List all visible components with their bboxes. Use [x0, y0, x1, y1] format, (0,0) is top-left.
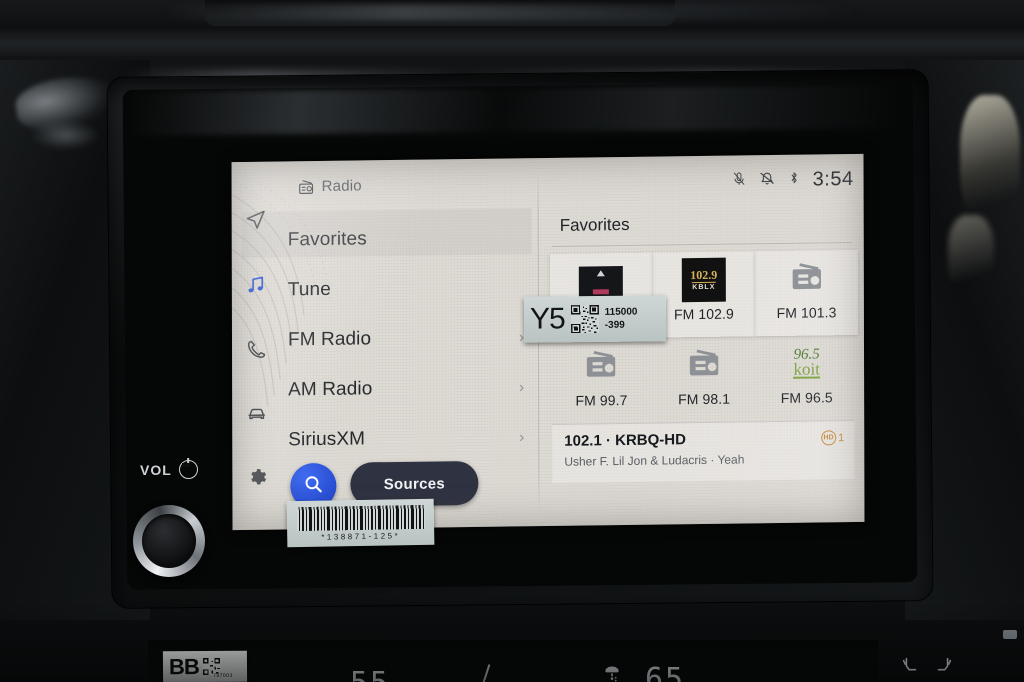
climate-right-button[interactable] [1003, 630, 1017, 639]
sticker-bb-code: BB [168, 653, 199, 679]
hd-badge: HD [821, 430, 837, 446]
favorite-tile[interactable]: FM 98.1 [653, 336, 756, 422]
radio-icon [298, 179, 315, 201]
menu-item-siriusxm[interactable]: SiriusXM › [288, 412, 538, 465]
sticker-bb-number: 797003 [213, 672, 233, 679]
power-icon[interactable] [178, 460, 198, 479]
station-logo-koit: 96.5 koit [785, 341, 829, 386]
sticker-y5: Y5 115000 -399 [523, 295, 667, 343]
menu-item-label: AM Radio [288, 378, 373, 401]
phone-icon[interactable] [243, 336, 269, 361]
menu-item-fm-radio[interactable]: FM Radio › [288, 312, 538, 365]
car-icon[interactable] [243, 401, 269, 426]
menu-item-am-radio[interactable]: AM Radio › [288, 362, 538, 415]
climate-left-temp: 55 [350, 666, 390, 682]
climate-seat-controls[interactable] [900, 655, 954, 682]
barcode-icon [296, 504, 425, 531]
favorite-caption: FM 101.3 [776, 304, 837, 322]
now-playing-station: 102.1 · KRBQ-HD [564, 431, 686, 450]
volume-knob-face [142, 514, 196, 568]
logo-line-1: 102.9 [690, 267, 718, 283]
sticker-y5-numbers: 115000 -399 [605, 305, 638, 332]
menu-item-favorites[interactable]: Favorites [288, 212, 538, 265]
volume-knob[interactable] [133, 505, 205, 577]
favorite-tile[interactable]: 96.5 koit FM 96.5 [755, 335, 858, 421]
favorites-pane: Favorites FM 102.1 102.9 KBLX FM 102.9 [544, 162, 865, 526]
logo-line-2: koit [793, 359, 820, 380]
chevron-right-icon: › [519, 378, 525, 396]
radio-icon [784, 256, 828, 301]
screen-bezel-glare [129, 84, 901, 136]
sticker-barcode: *138871-125* [286, 498, 435, 548]
menu-item-tune[interactable]: Tune [288, 262, 538, 315]
now-playing-track: Usher F. Lil Jon & Ludacris · Yeah [564, 452, 745, 469]
chevron-right-icon: › [519, 428, 525, 446]
seat-heater-icon-2[interactable] [932, 655, 954, 682]
right-panel-glare [960, 95, 1020, 225]
now-playing-bar[interactable]: 102.1 · KRBQ-HD Usher F. Lil Jon & Ludac… [552, 419, 855, 483]
climate-display [148, 640, 878, 682]
favorite-tile[interactable]: FM 99.7 [550, 338, 653, 424]
menu-item-label: FM Radio [287, 328, 372, 351]
seat-heater-icon[interactable] [900, 655, 922, 682]
volume-label: VOL [140, 460, 198, 479]
favorites-rule [551, 242, 852, 247]
sticker-y5-number-line2: -399 [604, 319, 625, 331]
favorite-tile[interactable]: FM 101.3 [755, 249, 858, 337]
sources-button-label: Sources [383, 474, 446, 493]
barcode-number: *138871-125* [321, 530, 401, 542]
radio-source-menu[interactable]: Favorites Tune FM Radio › AM Radio › Sir… [288, 212, 539, 465]
favorite-caption: FM 102.9 [673, 305, 734, 323]
dashboard-photo: Radio 3:54 Favorites Tune FM Radio › AM … [0, 0, 1024, 682]
sticker-y5-code: Y5 [529, 302, 565, 336]
favorite-tile[interactable]: 102.9 KBLX FM 102.9 [652, 251, 756, 338]
radio-icon [682, 343, 726, 388]
volume-label-text: VOL [140, 461, 172, 478]
menu-item-label: SiriusXM [288, 428, 366, 451]
hd-channel: 1 [838, 431, 845, 444]
hd-radio-indicator: HD 1 [821, 430, 845, 446]
left-panel-glare-2 [30, 120, 100, 150]
dash-top-reflection [160, 4, 860, 20]
settings-gear-icon[interactable] [243, 465, 269, 490]
sticker-y5-number-line1: 115000 [604, 306, 638, 318]
screen-title: Radio [321, 177, 362, 195]
station-logo-kblx: 102.9 KBLX [681, 257, 726, 303]
qr-code [570, 304, 599, 334]
climate-right-temp: 65 [645, 662, 686, 682]
radio-icon [579, 344, 623, 389]
sticker-bb: BB 797003 [162, 650, 248, 682]
menu-item-label: Favorites [287, 228, 367, 251]
favorite-caption: FM 98.1 [678, 390, 731, 408]
favorite-caption: FM 99.7 [575, 391, 628, 409]
media-music-icon[interactable] [243, 272, 269, 297]
favorites-title: Favorites [559, 214, 630, 235]
search-icon [302, 472, 324, 499]
logo-line-2: KBLX [692, 281, 716, 292]
menu-item-label: Tune [287, 278, 331, 301]
right-panel-glare-2 [948, 215, 994, 295]
fan-icon [602, 663, 622, 682]
favorite-caption: FM 96.5 [780, 389, 833, 406]
